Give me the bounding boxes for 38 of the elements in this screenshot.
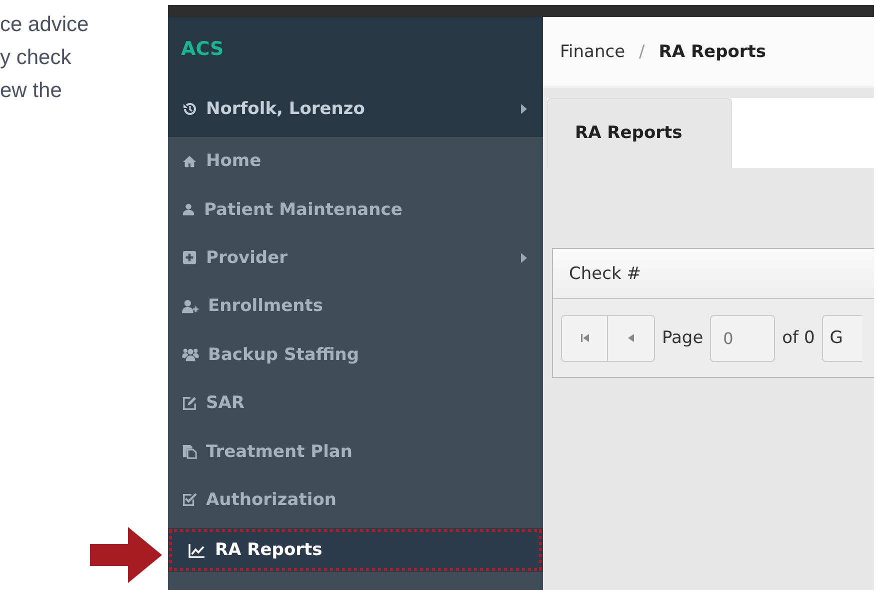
breadcrumb-link[interactable]: Finance [560, 42, 626, 62]
history-icon [182, 100, 198, 116]
breadcrumb-current: RA Reports [658, 42, 766, 62]
sidebar-item[interactable]: Provider [168, 234, 543, 282]
sidebar-item[interactable]: Authorization [168, 476, 543, 524]
first-page-icon [580, 334, 588, 342]
tab[interactable]: RA Reports [547, 98, 732, 168]
group-icon [182, 347, 199, 362]
column-header[interactable]: Check # [569, 264, 641, 284]
go-button[interactable]: G [822, 314, 862, 362]
intro-text: y check [0, 45, 72, 71]
page-label: Page [662, 328, 704, 348]
breadcrumb-separator: / [639, 42, 645, 62]
page-count: of 0 [782, 328, 815, 348]
sidebar-item[interactable]: Enrollments [168, 282, 543, 331]
add-user-icon [182, 298, 199, 314]
sidebar-item[interactable]: Treatment Plan [168, 427, 543, 476]
user-menu[interactable]: Norfolk, Lorenzo [168, 80, 543, 137]
brand-logo: ACS [181, 38, 224, 60]
edit-icon [182, 396, 197, 411]
plus-square-icon [182, 250, 197, 266]
user-icon [182, 202, 195, 218]
intro-text: ce advice [0, 12, 90, 38]
copy-icon [182, 444, 197, 460]
previous-icon [628, 334, 634, 342]
first-page-button[interactable] [561, 314, 608, 362]
intro-text: ew the [0, 78, 63, 104]
page-input[interactable]: 0 [710, 314, 776, 362]
checkbox-icon [182, 492, 197, 508]
previous-page-button[interactable] [608, 314, 655, 362]
home-icon [182, 154, 197, 169]
callout-arrow [90, 527, 162, 583]
sidebar-item[interactable]: RA Reports [168, 528, 543, 572]
sidebar-item[interactable]: Home [168, 137, 543, 186]
sidebar-item[interactable]: Backup Staffing [168, 330, 543, 379]
sidebar-item[interactable]: Patient Maintenance [168, 185, 543, 234]
sidebar-item[interactable]: SAR [168, 378, 543, 428]
line-chart-icon [188, 542, 206, 558]
